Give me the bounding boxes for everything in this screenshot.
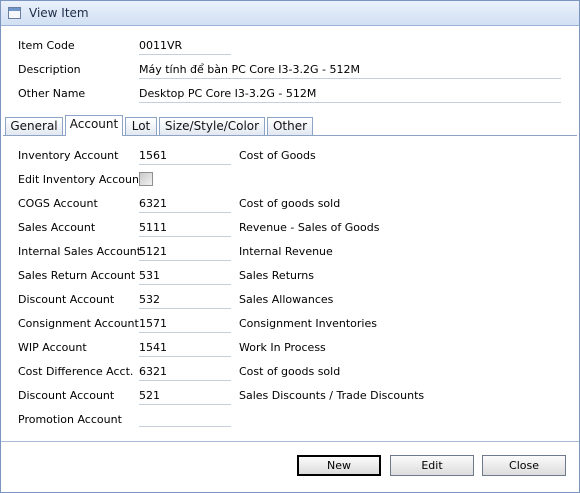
edit-inventory-account-label: Edit Inventory Account — [18, 173, 144, 186]
close-button[interactable]: Close — [482, 455, 566, 476]
cost-difference-account-field[interactable]: 6321 — [139, 365, 231, 381]
internal-sales-account-description: Internal Revenue — [239, 245, 333, 258]
tab-general[interactable]: General — [5, 117, 63, 135]
inventory-account-description: Cost of Goods — [239, 149, 316, 162]
new-button[interactable]: New — [297, 455, 381, 476]
sales-account-field[interactable]: 5111 — [139, 221, 231, 237]
tab-other[interactable]: Other — [267, 117, 313, 135]
promotion-account-label: Promotion Account — [18, 413, 122, 426]
tab-size-style-color[interactable]: Size/Style/Color — [159, 117, 265, 135]
cogs-account-label: COGS Account — [18, 197, 98, 210]
discount-account-field[interactable]: 532 — [139, 293, 231, 309]
tab-bar: General Account Lot Size/Style/Color Oth… — [3, 115, 577, 136]
title-bar: View Item — [1, 1, 579, 26]
tab-lot[interactable]: Lot — [125, 117, 157, 135]
discount-account-2-label: Discount Account — [18, 389, 115, 402]
edit-inventory-account-checkbox[interactable] — [139, 172, 153, 186]
item-code-label: Item Code — [18, 39, 75, 52]
wip-account-field[interactable]: 1541 — [139, 341, 231, 357]
internal-sales-account-field[interactable]: 5121 — [139, 245, 231, 261]
description-field[interactable]: Máy tính để bàn PC Core I3-3.2G - 512M — [139, 63, 561, 79]
promotion-account-field[interactable] — [139, 413, 231, 427]
other-name-field[interactable]: Desktop PC Core I3-3.2G - 512M — [139, 87, 561, 103]
sales-account-description: Revenue - Sales of Goods — [239, 221, 380, 234]
other-name-label: Other Name — [18, 87, 86, 100]
edit-button[interactable]: Edit — [390, 455, 474, 476]
consignment-account-label: Consignment Account — [18, 317, 139, 330]
window-title: View Item — [29, 6, 89, 20]
inventory-account-label: Inventory Account — [18, 149, 119, 162]
tab-account[interactable]: Account — [65, 115, 123, 136]
consignment-account-field[interactable]: 1571 — [139, 317, 231, 333]
sales-account-label: Sales Account — [18, 221, 96, 234]
sales-return-account-field[interactable]: 531 — [139, 269, 231, 285]
sales-return-account-label: Sales Return Account — [18, 269, 136, 282]
discount-account-2-description: Sales Discounts / Trade Discounts — [239, 389, 425, 402]
cost-difference-account-label: Cost Difference Acct. — [18, 365, 134, 378]
item-code-field[interactable]: 0011VR — [139, 39, 231, 55]
discount-account-2-field[interactable]: 521 — [139, 389, 231, 405]
internal-sales-account-label: Internal Sales Account — [18, 245, 142, 258]
inventory-account-field[interactable]: 1561 — [139, 149, 231, 165]
wip-account-label: WIP Account — [18, 341, 87, 354]
footer-divider — [1, 441, 579, 442]
wip-account-description: Work In Process — [239, 341, 326, 354]
view-item-window: View Item Item Code 0011VR Description M… — [0, 0, 580, 493]
description-label: Description — [18, 63, 81, 76]
cogs-account-field[interactable]: 6321 — [139, 197, 231, 213]
discount-account-label: Discount Account — [18, 293, 115, 306]
consignment-account-description: Consignment Inventories — [239, 317, 377, 330]
window-icon — [8, 7, 21, 19]
cost-difference-account-description: Cost of goods sold — [239, 365, 341, 378]
discount-account-description: Sales Allowances — [239, 293, 334, 306]
cogs-account-description: Cost of goods sold — [239, 197, 341, 210]
sales-return-account-description: Sales Returns — [239, 269, 315, 282]
